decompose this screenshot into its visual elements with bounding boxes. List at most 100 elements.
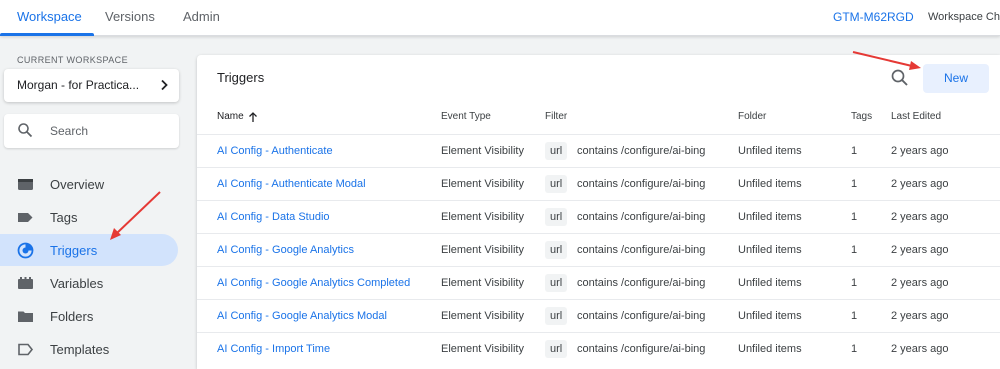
column-header-tags[interactable]: Tags	[851, 111, 872, 122]
event-type: Element Visibility	[441, 343, 524, 355]
tag-count: 1	[851, 277, 858, 289]
last-edited: 2 years ago	[891, 277, 949, 289]
table-row[interactable]: AI Config - Google Analytics Element Vis…	[197, 233, 1000, 266]
trigger-name-link[interactable]: AI Config - Authenticate Modal	[217, 178, 366, 190]
last-edited: 2 years ago	[891, 211, 949, 223]
sidebar-search[interactable]: Search	[4, 114, 179, 148]
workspace-selector[interactable]: Morgan - for Practica...	[4, 69, 179, 102]
tag-count: 1	[851, 343, 858, 355]
filter-expression: contains /configure/ai-bing	[577, 244, 706, 256]
last-edited: 2 years ago	[891, 145, 949, 157]
column-header-filter[interactable]: Filter	[545, 111, 567, 122]
event-type: Element Visibility	[441, 178, 524, 190]
folder-name: Unfiled items	[738, 211, 802, 223]
new-trigger-button[interactable]: New	[923, 64, 989, 93]
sidebar-item-tags[interactable]: Tags	[0, 201, 178, 233]
sort-arrow-up-icon[interactable]	[247, 111, 259, 123]
last-edited: 2 years ago	[891, 310, 949, 322]
active-tab-indicator	[0, 33, 94, 36]
search-placeholder: Search	[50, 124, 89, 138]
last-edited: 2 years ago	[891, 178, 949, 190]
sidebar-item-triggers[interactable]: Triggers	[0, 234, 178, 266]
sidebar-item-label: Overview	[50, 177, 105, 192]
chevron-right-icon	[161, 79, 168, 91]
filter-variable-chip: url	[545, 208, 568, 226]
trigger-name-link[interactable]: AI Config - Authenticate	[217, 145, 333, 157]
table-row[interactable]: AI Config - Google Analytics Modal Eleme…	[197, 299, 1000, 332]
sidebar-item-label: Triggers	[50, 243, 98, 258]
tag-count: 1	[851, 145, 858, 157]
table-row[interactable]: AI Config - Authenticate Element Visibil…	[197, 134, 1000, 167]
sidebar: CURRENT WORKSPACE Morgan - for Practica.…	[0, 37, 190, 369]
workspace-changes-label: Workspace Cha	[928, 11, 1000, 23]
search-icon	[18, 123, 33, 138]
tab-workspace[interactable]: Workspace	[17, 9, 82, 24]
tag-icon	[18, 213, 33, 222]
tag-count: 1	[851, 310, 858, 322]
container-id-link[interactable]: GTM-M62RGD	[833, 10, 914, 24]
current-workspace-label: CURRENT WORKSPACE	[17, 55, 128, 65]
trigger-name-link[interactable]: AI Config - Google Analytics Modal	[217, 310, 387, 322]
event-type: Element Visibility	[441, 244, 524, 256]
column-header-folder[interactable]: Folder	[738, 111, 766, 122]
overview-icon	[18, 179, 33, 190]
filter-expression: contains /configure/ai-bing	[577, 211, 706, 223]
table-row[interactable]: AI Config - Import Time Element Visibili…	[197, 332, 1000, 365]
filter-variable-chip: url	[545, 340, 568, 358]
tab-admin[interactable]: Admin	[183, 9, 220, 24]
tab-versions[interactable]: Versions	[105, 9, 155, 24]
filter-expression: contains /configure/ai-bing	[577, 310, 706, 322]
sidebar-item-templates[interactable]: Templates	[0, 333, 178, 365]
sidebar-item-label: Templates	[50, 342, 110, 357]
folder-name: Unfiled items	[738, 244, 802, 256]
sidebar-item-overview[interactable]: Overview	[0, 168, 178, 200]
folder-name: Unfiled items	[738, 343, 802, 355]
filter-expression: contains /configure/ai-bing	[577, 343, 706, 355]
filter-variable-chip: url	[545, 307, 568, 325]
folder-icon	[18, 311, 33, 322]
folder-name: Unfiled items	[738, 145, 802, 157]
filter-expression: contains /configure/ai-bing	[577, 178, 706, 190]
table-row[interactable]: AI Config - Google Analytics Completed E…	[197, 266, 1000, 299]
search-icon[interactable]	[890, 68, 910, 88]
last-edited: 2 years ago	[891, 244, 949, 256]
sidebar-item-label: Variables	[50, 276, 104, 291]
column-header-event-type[interactable]: Event Type	[441, 111, 491, 122]
triggers-icon	[17, 242, 34, 259]
sidebar-item-label: Folders	[50, 309, 94, 324]
workspace-name: Morgan - for Practica...	[17, 78, 140, 92]
variables-icon	[18, 277, 33, 289]
tag-count: 1	[851, 211, 858, 223]
folder-name: Unfiled items	[738, 310, 802, 322]
filter-variable-chip: url	[545, 142, 568, 160]
page-title: Triggers	[217, 70, 265, 85]
filter-variable-chip: url	[545, 241, 568, 259]
tag-count: 1	[851, 178, 858, 190]
event-type: Element Visibility	[441, 211, 524, 223]
filter-variable-chip: url	[545, 274, 568, 292]
sidebar-item-label: Tags	[50, 210, 78, 225]
trigger-name-link[interactable]: AI Config - Data Studio	[217, 211, 330, 223]
template-icon	[18, 343, 34, 356]
trigger-name-link[interactable]: AI Config - Google Analytics Completed	[217, 277, 410, 289]
trigger-name-link[interactable]: AI Config - Import Time	[217, 343, 330, 355]
table-row[interactable]: AI Config - Data Studio Element Visibili…	[197, 200, 1000, 233]
last-edited: 2 years ago	[891, 343, 949, 355]
filter-variable-chip: url	[545, 175, 568, 193]
event-type: Element Visibility	[441, 145, 524, 157]
folder-name: Unfiled items	[738, 277, 802, 289]
table-row[interactable]: AI Config - Authenticate Modal Element V…	[197, 167, 1000, 200]
event-type: Element Visibility	[441, 277, 524, 289]
triggers-card: Triggers New Name Event Type Filter Fold…	[197, 55, 1000, 369]
sidebar-item-variables[interactable]: Variables	[0, 267, 178, 299]
tag-count: 1	[851, 244, 858, 256]
column-header-name[interactable]: Name	[217, 111, 244, 122]
folder-name: Unfiled items	[738, 178, 802, 190]
column-header-last-edited[interactable]: Last Edited	[891, 111, 941, 122]
filter-expression: contains /configure/ai-bing	[577, 145, 706, 157]
filter-expression: contains /configure/ai-bing	[577, 277, 706, 289]
trigger-name-link[interactable]: AI Config - Google Analytics	[217, 244, 354, 256]
sidebar-item-folders[interactable]: Folders	[0, 300, 178, 332]
event-type: Element Visibility	[441, 310, 524, 322]
top-bar: Workspace Versions Admin GTM-M62RGD Work…	[0, 0, 1000, 36]
